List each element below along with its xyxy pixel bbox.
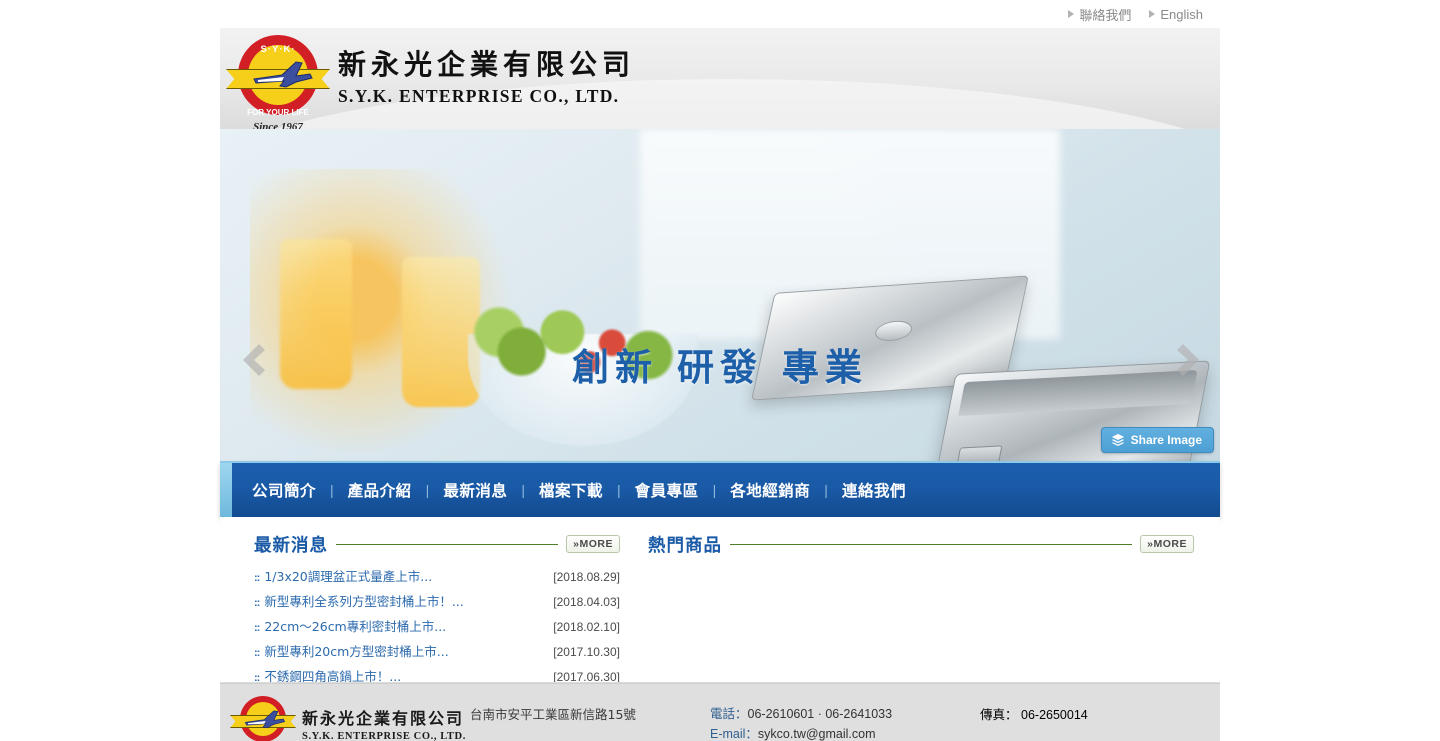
footer-fax-label: 傳真： <box>980 708 1018 722</box>
footer-address: 台南市安平工業區新信路15號 <box>470 707 636 722</box>
products-more-button[interactable]: »MORE <box>1140 535 1194 553</box>
news-item-date: [2017.10.30] <box>553 645 620 659</box>
products-rule <box>730 543 1133 545</box>
footer-emblem: Since 1967 <box>230 696 296 741</box>
news-item-title[interactable]: 1/3x20調理盆正式量產上市... <box>264 565 432 588</box>
news-section-title: 最新消息 <box>254 535 328 556</box>
page-root: 聯絡我們 English S·Y·K· FOR YOUR LIFE Since … <box>0 0 1440 741</box>
list-item[interactable]: :: 新型專利全系列方型密封桶上市！... [2018.04.03] <box>254 590 620 615</box>
news-item-date: [2018.02.10] <box>553 620 620 634</box>
footer-fax-value: 06-2650014 <box>1021 708 1088 722</box>
news-item-date: [2018.08.29] <box>553 570 620 584</box>
site-shell: S·Y·K· FOR YOUR LIFE Since 1967 新永光企業有限公… <box>220 28 1220 741</box>
share-image-button[interactable]: Share Image <box>1100 427 1214 453</box>
news-bullet-icon: :: <box>254 672 260 683</box>
footer-company-zh: 新永光企業有限公司 <box>302 708 465 728</box>
products-list <box>648 557 1194 667</box>
footer-logo[interactable]: Since 1967 新永光企業有限公司 S.Y.K. ENTERPRISE C… <box>220 696 470 741</box>
chevron-right-icon <box>1177 344 1199 376</box>
list-item[interactable]: :: 新型專利20cm方型密封桶上市... [2017.10.30] <box>254 640 620 665</box>
nav-accent-strip <box>220 463 232 519</box>
company-name-zh: 新永光企業有限公司 <box>338 48 636 81</box>
news-item-date: [2017.06.30] <box>553 670 620 683</box>
site-footer: Since 1967 新永光企業有限公司 S.Y.K. ENTERPRISE C… <box>220 683 1220 741</box>
news-list: :: 1/3x20調理盆正式量產上市... [2018.08.29] :: 新型… <box>254 565 620 683</box>
footer-phone-value: 06-2610601 · 06-2641033 <box>747 707 893 721</box>
news-item-title[interactable]: 22cm～26cm專利密封桶上市... <box>264 615 446 638</box>
news-rule <box>336 543 559 545</box>
emblem-since: Since 1967 <box>253 121 303 129</box>
carousel-prev-button[interactable] <box>232 334 272 386</box>
nav-items-wrap: 公司簡介 | 產品介紹 | 最新消息 | 檔案下載 | 會員專區 | 各地經銷商… <box>220 479 920 501</box>
top-link-english[interactable]: English <box>1149 7 1203 22</box>
news-item-title[interactable]: 新型專利全系列方型密封桶上市！... <box>264 590 463 613</box>
top-link-contact[interactable]: 聯絡我們 <box>1068 5 1131 24</box>
news-bullet-icon: :: <box>254 647 260 659</box>
news-section-header: 最新消息 »MORE <box>254 531 620 557</box>
footer-company-en: S.Y.K. ENTERPRISE CO., LTD. <box>302 730 466 741</box>
news-bullet-icon: :: <box>254 572 260 584</box>
main-content: 最新消息 »MORE :: 1/3x20調理盆正式量產上市... [2018.0… <box>220 517 1220 683</box>
footer-phone-label: 電話： <box>710 707 748 721</box>
news-section: 最新消息 »MORE :: 1/3x20調理盆正式量產上市... [2018.0… <box>220 531 620 682</box>
footer-phone-line: 電話： 06-2610601 · 06-2641033 <box>710 704 1220 724</box>
nav-item-members[interactable]: 會員專區 <box>621 479 713 501</box>
airplane-icon <box>253 61 313 88</box>
company-emblem: S·Y·K· FOR YOUR LIFE Since 1967 <box>226 33 330 129</box>
nav-item-products[interactable]: 產品介紹 <box>334 479 426 501</box>
nav-item-news[interactable]: 最新消息 <box>429 479 521 501</box>
triangle-right-icon <box>1068 10 1075 18</box>
nav-item-contact[interactable]: 連絡我們 <box>828 479 920 501</box>
products-section-title: 熱門商品 <box>648 535 722 556</box>
main-navigation: 公司簡介 | 產品介紹 | 最新消息 | 檔案下載 | 會員專區 | 各地經銷商… <box>220 461 1220 519</box>
top-utility-bar: 聯絡我們 English <box>0 0 1440 28</box>
footer-email-value[interactable]: sykco.tw@gmail.com <box>758 724 876 741</box>
news-item-date: [2018.04.03] <box>553 595 620 609</box>
news-bullet-icon: :: <box>254 597 260 609</box>
share-image-label: Share Image <box>1130 433 1202 447</box>
carousel-next-button[interactable] <box>1170 334 1210 386</box>
site-header: S·Y·K· FOR YOUR LIFE Since 1967 新永光企業有限公… <box>220 28 1220 129</box>
site-logo[interactable]: S·Y·K· FOR YOUR LIFE Since 1967 新永光企業有限公… <box>226 33 635 129</box>
footer-email-line: E-mail： sykco.tw@gmail.com <box>710 724 1220 741</box>
banner-title: 創新 研發 專業 <box>572 346 868 389</box>
top-link-english-label: English <box>1160 6 1203 22</box>
chevron-left-icon <box>243 344 265 376</box>
products-section-header: 熱門商品 »MORE <box>648 531 1194 557</box>
nav-item-downloads[interactable]: 檔案下載 <box>525 479 617 501</box>
footer-company-names: 新永光企業有限公司 S.Y.K. ENTERPRISE CO., LTD. <box>302 705 466 741</box>
news-bullet-icon: :: <box>254 622 260 634</box>
products-section: 熱門商品 »MORE <box>620 531 1220 682</box>
hero-carousel[interactable]: 創新 研發 專業 Share Image <box>220 129 1220 461</box>
nav-item-distributors[interactable]: 各地經銷商 <box>716 479 824 501</box>
nav-item-company[interactable]: 公司簡介 <box>238 479 330 501</box>
airplane-icon <box>244 710 286 729</box>
list-item[interactable]: :: 不銹鋼四角高鍋上市！... [2017.06.30] <box>254 665 620 683</box>
footer-email-label: E-mail： <box>710 727 758 741</box>
footer-contact: 電話： 06-2610601 · 06-2641033 E-mail： sykc… <box>710 696 1220 741</box>
footer-fax-line: 傳真： 06-2650014 <box>980 704 1088 723</box>
emblem-bottom-text: FOR YOUR LIFE <box>247 108 309 117</box>
company-name-block: 新永光企業有限公司 S.Y.K. ENTERPRISE CO., LTD. <box>338 33 635 107</box>
top-link-contact-label: 聯絡我們 <box>1079 7 1132 23</box>
list-item[interactable]: :: 1/3x20調理盆正式量產上市... [2018.08.29] <box>254 565 620 590</box>
news-more-button[interactable]: »MORE <box>566 535 620 553</box>
list-item[interactable]: :: 22cm～26cm專利密封桶上市... [2018.02.10] <box>254 615 620 640</box>
company-name-en: S.Y.K. ENTERPRISE CO., LTD. <box>338 86 620 106</box>
triangle-right-icon <box>1149 10 1156 18</box>
news-item-title[interactable]: 不銹鋼四角高鍋上市！... <box>264 665 401 682</box>
layers-icon <box>1111 433 1124 447</box>
news-item-title[interactable]: 新型專利20cm方型密封桶上市... <box>264 640 448 663</box>
